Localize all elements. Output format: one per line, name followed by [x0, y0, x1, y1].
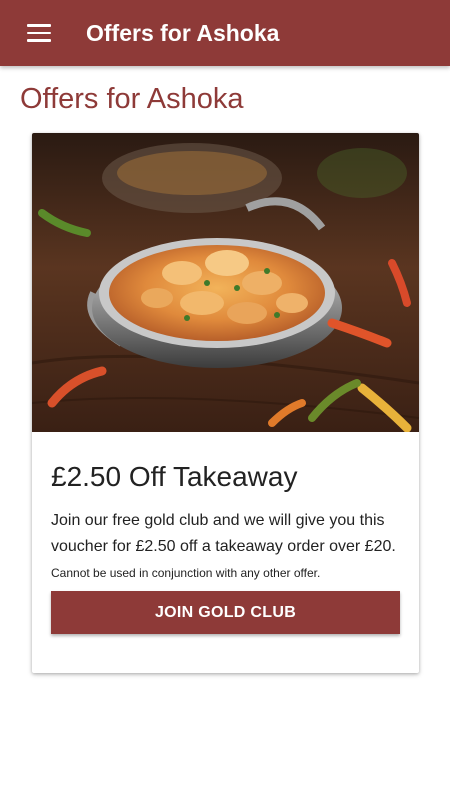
page-title: Offers for Ashoka	[20, 83, 244, 115]
app-bar-title: Offers for Ashoka	[86, 19, 280, 46]
offer-terms: Cannot be used in conjunction with any o…	[51, 566, 321, 580]
app-bar: Offers for Ashoka	[0, 0, 450, 66]
join-gold-club-button[interactable]: JOIN GOLD CLUB	[51, 591, 400, 634]
offer-image	[32, 133, 419, 432]
offer-card-body: £2.50 Off Takeaway Join our free gold cl…	[32, 460, 419, 634]
offer-title: £2.50 Off Takeaway	[51, 461, 298, 492]
hamburger-menu-icon[interactable]	[27, 24, 51, 42]
offer-description: Join our free gold club and we will give…	[51, 512, 396, 555]
offer-card: £2.50 Off Takeaway Join our free gold cl…	[32, 133, 419, 673]
